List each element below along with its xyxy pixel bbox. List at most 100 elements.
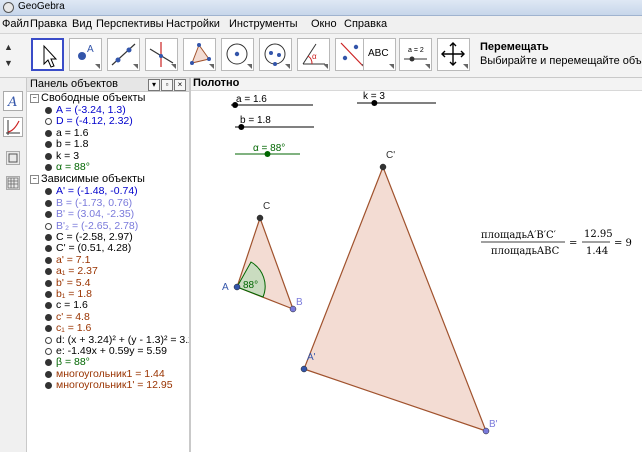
algebra-item[interactable]: a = 1.6: [45, 127, 88, 139]
visibility-toggle-icon[interactable]: [45, 141, 52, 149]
circle-tool-button[interactable]: [221, 38, 254, 71]
perpendicular-tool-button[interactable]: [145, 38, 178, 71]
visibility-toggle-icon[interactable]: [45, 234, 52, 241]
menu-edit[interactable]: Правка: [30, 18, 67, 30]
algebra-item[interactable]: A' = (-1.48, -0.74): [45, 185, 138, 197]
algebra-item[interactable]: многоугольник1' = 12.95: [45, 379, 173, 391]
graphics-canvas[interactable]: a = 1.6b = 1.8k = 3α = 88°88°ABCA'B'C'пл…: [191, 91, 642, 452]
algebra-item[interactable]: C = (-2.58, 2.97): [45, 231, 133, 243]
undo-icon[interactable]: ▲: [4, 42, 16, 54]
panel-close-icon[interactable]: ×: [174, 79, 186, 91]
visibility-toggle-icon[interactable]: [45, 188, 52, 196]
visibility-toggle-icon[interactable]: [45, 359, 52, 367]
algebra-item[interactable]: b' = 5.4: [45, 277, 90, 289]
slider-knob[interactable]: [232, 102, 239, 108]
angle-tool-button[interactable]: α: [297, 38, 330, 71]
visibility-toggle-icon[interactable]: [45, 348, 52, 355]
menu-window[interactable]: Окно: [311, 18, 337, 30]
title-bar: GeoGebra: [0, 0, 642, 16]
algebra-item[interactable]: a₁ = 2.37: [45, 265, 98, 277]
slider-knob[interactable]: [238, 124, 245, 130]
visibility-toggle-icon[interactable]: [45, 199, 52, 207]
collapse-icon[interactable]: −: [30, 174, 39, 184]
algebra-item-text: B'₂ = (-2.65, 2.78): [56, 219, 139, 232]
formula-numerator-value: 12.95: [584, 229, 613, 240]
polygon-tool-button[interactable]: [183, 38, 216, 71]
visibility-toggle-icon[interactable]: [45, 302, 52, 310]
algebra-item[interactable]: D = (-4.12, 2.32): [45, 115, 133, 127]
cas-view-button[interactable]: [6, 151, 20, 165]
point-tool-button[interactable]: A: [69, 38, 102, 71]
triangle-a1b1c1[interactable]: [303, 165, 488, 432]
point-a[interactable]: [233, 283, 241, 291]
menu-tools[interactable]: Инструменты: [229, 18, 298, 30]
menu-settings[interactable]: Настройки: [166, 18, 220, 30]
algebra-item[interactable]: e: -1.49x + 0.59y = 5.59: [45, 345, 167, 357]
visibility-toggle-icon[interactable]: [45, 313, 52, 321]
menu-view[interactable]: Вид: [72, 18, 92, 30]
point-a1[interactable]: [300, 365, 308, 373]
visibility-toggle-icon[interactable]: [45, 211, 52, 219]
algebra-view-button[interactable]: A: [3, 91, 23, 111]
menu-help[interactable]: Справка: [344, 18, 387, 30]
visibility-toggle-icon[interactable]: [45, 245, 52, 253]
graphics-view-button[interactable]: [3, 117, 23, 137]
visibility-toggle-icon[interactable]: [45, 325, 52, 333]
text-tool-label: ABC: [368, 48, 389, 59]
spreadsheet-view-button[interactable]: [6, 176, 20, 190]
window-title: GeoGebra: [18, 1, 65, 12]
algebra-item[interactable]: B = (-1.73, 0.76): [45, 197, 132, 209]
line-tool-button[interactable]: [107, 38, 140, 71]
algebra-item[interactable]: c = 1.6: [45, 299, 88, 311]
visibility-toggle-icon[interactable]: [45, 382, 52, 390]
point-c1[interactable]: [379, 163, 387, 171]
slider-label: b = 1.8: [240, 115, 271, 126]
visibility-toggle-icon[interactable]: [45, 268, 52, 276]
visibility-toggle-icon[interactable]: [45, 279, 52, 287]
menu-perspectives[interactable]: Перспективы: [96, 18, 164, 30]
text-tool-button[interactable]: ABC: [363, 38, 396, 71]
point-c[interactable]: [256, 214, 264, 222]
point-label: C: [263, 201, 270, 212]
redo-icon[interactable]: ▼: [4, 58, 16, 70]
algebra-item[interactable]: b = 1.8: [45, 138, 88, 150]
visibility-toggle-icon[interactable]: [45, 222, 52, 230]
panel-menu-icon[interactable]: ▾: [148, 79, 160, 91]
algebra-item[interactable]: b₁ = 1.8: [45, 288, 92, 300]
algebra-item[interactable]: k = 3: [45, 150, 79, 162]
slider-knob[interactable]: [371, 100, 378, 106]
visibility-toggle-icon[interactable]: [45, 164, 52, 171]
triangle-abc[interactable]: [236, 216, 295, 311]
visibility-toggle-icon[interactable]: [45, 336, 52, 344]
dependent-objects-group[interactable]: − Зависимые объекты: [30, 173, 145, 185]
algebra-item[interactable]: многоугольник1 = 1.44: [45, 368, 165, 380]
algebra-item[interactable]: A = (-3.24, 1.3): [45, 104, 126, 116]
algebra-item[interactable]: a' = 7.1: [45, 254, 90, 266]
panel-undock-icon[interactable]: ▫: [161, 79, 173, 91]
collapse-icon[interactable]: −: [30, 93, 39, 103]
visibility-toggle-icon[interactable]: [45, 118, 52, 126]
algebra-item[interactable]: B'₂ = (-2.65, 2.78): [45, 220, 138, 232]
slider-knob[interactable]: [264, 151, 271, 157]
conic-tool-button[interactable]: [259, 38, 292, 71]
visibility-toggle-icon[interactable]: [45, 152, 52, 160]
move-tool-button[interactable]: [31, 38, 64, 71]
algebra-item[interactable]: C' = (0.51, 4.28): [45, 242, 131, 254]
move-graphics-tool-button[interactable]: [437, 38, 470, 71]
algebra-item[interactable]: d: (x + 3.24)² + (y - 1.3)² = 3.24: [45, 334, 189, 346]
visibility-toggle-icon[interactable]: [45, 256, 52, 264]
algebra-item-text: k = 3: [56, 149, 80, 162]
algebra-item[interactable]: β = 88°: [45, 356, 90, 368]
visibility-toggle-icon[interactable]: [45, 107, 52, 114]
free-objects-group[interactable]: − Свободные объекты: [30, 92, 145, 104]
graphics-view[interactable]: a = 1.6 b = 1.8 k = 3α = 88° 88° A B C A' B' C' пл…: [191, 91, 642, 452]
algebra-item[interactable]: c' = 4.8: [45, 311, 90, 323]
slider-tool-button[interactable]: a = 2: [399, 38, 432, 71]
algebra-item[interactable]: c₁ = 1.6: [45, 322, 91, 334]
menu-file[interactable]: Файл: [2, 18, 29, 30]
visibility-toggle-icon[interactable]: [45, 291, 52, 298]
algebra-item[interactable]: α = 88°: [45, 161, 90, 173]
algebra-item[interactable]: B' = (3.04, -2.35): [45, 208, 134, 220]
visibility-toggle-icon[interactable]: [45, 370, 52, 378]
visibility-toggle-icon[interactable]: [45, 129, 52, 137]
